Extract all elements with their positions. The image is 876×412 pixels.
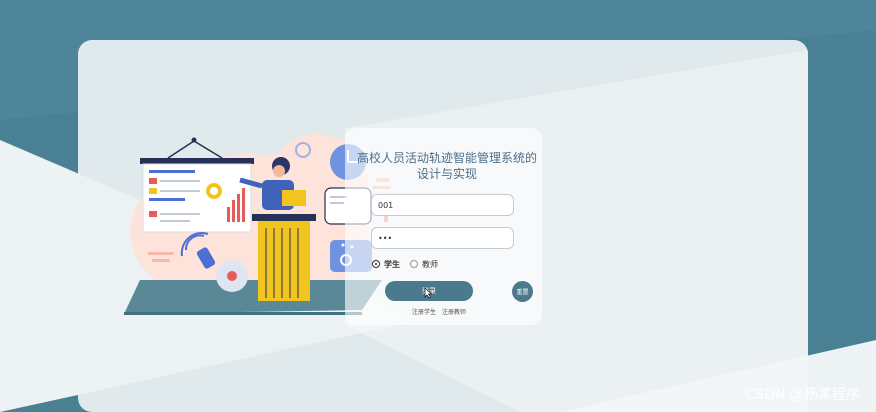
role-student-label[interactable]: 学生	[384, 259, 400, 270]
presentation-board-icon	[140, 137, 254, 233]
mouse-cursor-icon	[424, 287, 433, 299]
username-input[interactable]	[371, 194, 514, 216]
register-teacher-link[interactable]: 注册教师	[442, 309, 466, 316]
role-student-radio[interactable]	[372, 260, 380, 268]
register-student-link[interactable]: 注册学生	[412, 309, 436, 316]
password-input[interactable]	[371, 227, 514, 249]
role-selector: 学生 教师	[372, 258, 448, 270]
page-title: 高校人员活动轨迹智能管理系统的设计与实现	[356, 151, 537, 181]
role-teacher-label[interactable]: 教师	[422, 259, 438, 270]
watermark: CSDN @杨某程序	[745, 387, 860, 403]
register-links: 注册学生 注册教师	[412, 307, 470, 316]
reset-button[interactable]: 重置	[512, 281, 533, 302]
role-teacher-radio[interactable]	[410, 260, 418, 268]
